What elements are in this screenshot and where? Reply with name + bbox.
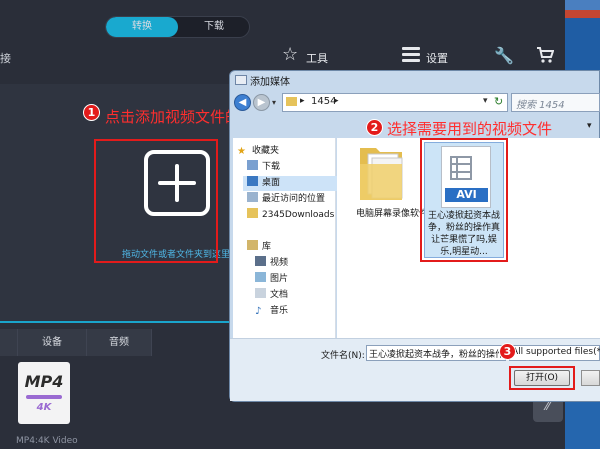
library-icon	[247, 240, 258, 250]
window-icon	[235, 75, 247, 85]
highlight-box-add	[94, 139, 218, 263]
cart-icon[interactable]	[536, 46, 554, 64]
nav-music[interactable]: ♪ 音乐	[255, 304, 288, 319]
nav-favorites[interactable]: ★ 收藏夹	[237, 144, 279, 159]
history-dropdown-icon[interactable]: ▾	[272, 98, 276, 107]
filename-value[interactable]: 王心凌掀起资本战争，粉丝的操作	[369, 347, 504, 360]
mp4-bar	[26, 395, 62, 399]
nav-label: 库	[262, 242, 272, 252]
dialog-title: 添加媒体	[250, 77, 290, 88]
video-library-icon	[255, 256, 266, 266]
nav-label: 最近访问的位置	[262, 194, 326, 204]
nav-documents[interactable]: 文档	[255, 288, 288, 303]
tab-prev[interactable]	[0, 329, 18, 356]
film-icon	[450, 156, 472, 180]
breadcrumb-arrow-icon[interactable]: ▸	[300, 96, 305, 106]
nav-2345downloads[interactable]: 2345Downloads	[247, 208, 334, 223]
documents-library-icon	[255, 288, 266, 298]
tab-audio[interactable]: 音频	[87, 329, 152, 356]
tools-label: 工具	[306, 52, 328, 65]
search-placeholder: 搜索 1454	[516, 100, 565, 111]
tools-button[interactable]: ☆ 工具	[282, 44, 342, 70]
tab-device[interactable]: 设备	[18, 329, 87, 356]
pictures-library-icon	[255, 272, 266, 282]
settings-label: 设置	[426, 52, 448, 65]
nav-download[interactable]: 下载	[247, 160, 280, 175]
nav-label: 文档	[270, 290, 289, 300]
menu-settings-icon	[402, 47, 420, 63]
recent-places-icon	[247, 192, 258, 202]
filename-label: 文件名(N):	[321, 351, 365, 361]
window-strip	[565, 0, 600, 10]
wrench-icon[interactable]: 🔧	[494, 46, 514, 65]
nav-recent[interactable]: 最近访问的位置	[247, 192, 325, 207]
back-icon[interactable]: ◀	[234, 94, 251, 111]
folder-icon	[247, 208, 258, 218]
taskbar-strip	[565, 400, 600, 449]
mp4-format-tile[interactable]: MP4 4K	[18, 362, 70, 424]
tab-download[interactable]: 下载	[178, 17, 249, 37]
folder-icon[interactable]	[356, 142, 408, 206]
nav-label: 音乐	[270, 306, 289, 316]
open-button[interactable]: 打开(O)	[514, 370, 570, 386]
cancel-button[interactable]	[581, 370, 600, 386]
step2-badge: 2	[366, 119, 383, 136]
nav-desktop[interactable]: 桌面	[243, 176, 337, 191]
left-cut-label: 接	[0, 52, 11, 65]
filetype-value[interactable]: All supported files(*.MP	[512, 347, 600, 357]
music-library-icon: ♪	[255, 306, 262, 317]
mode-switch: 转换 下载	[105, 16, 250, 38]
breadcrumb-arrow-icon[interactable]: ▸	[334, 96, 339, 106]
mp4-caption: MP4:4K Video	[16, 436, 78, 446]
mp4-title: MP4	[24, 372, 64, 391]
nav-label: 2345Downloads	[262, 210, 335, 220]
star-tools-icon: ☆	[282, 44, 299, 65]
nav-library[interactable]: 库	[247, 240, 271, 255]
close-strip	[565, 10, 600, 18]
file-name[interactable]: 王心凌掀起资本战争，粉丝的操作真让芒果慌了吗,娱乐,明星动...	[428, 210, 500, 258]
step1-badge: 1	[83, 104, 100, 121]
forward-icon[interactable]: ▶	[253, 94, 270, 111]
address-dropdown-icon[interactable]: ▾	[483, 96, 488, 106]
breadcrumb-path[interactable]: 1454	[311, 96, 336, 107]
nav-label: 下载	[262, 162, 281, 172]
tab-convert[interactable]: 转换	[106, 17, 178, 37]
view-options-icon[interactable]: ▾	[587, 121, 592, 131]
refresh-icon[interactable]: ↻	[494, 95, 503, 108]
nav-videos[interactable]: 视频	[255, 256, 288, 271]
star-icon: ★	[237, 146, 246, 157]
download-folder-icon	[247, 160, 258, 170]
settings-button[interactable]: 设置	[402, 46, 462, 70]
step2-text: 选择需要用到的视频文件	[387, 120, 553, 138]
navigation-pane: ★ 收藏夹 下载 桌面 最近访问的位置 2345Downloads 库 视频 图片…	[233, 138, 337, 338]
desktop-icon	[247, 176, 258, 186]
nav-label: 桌面	[262, 178, 281, 188]
nav-label: 视频	[270, 258, 289, 268]
step3-badge: 3	[499, 343, 516, 360]
folder-icon	[286, 97, 297, 106]
nav-pictures[interactable]: 图片	[255, 272, 288, 287]
file-type-badge: AVI	[445, 188, 488, 202]
nav-label: 收藏夹	[252, 146, 280, 156]
nav-label: 图片	[270, 274, 289, 284]
mp4-badge: 4K	[36, 402, 52, 413]
